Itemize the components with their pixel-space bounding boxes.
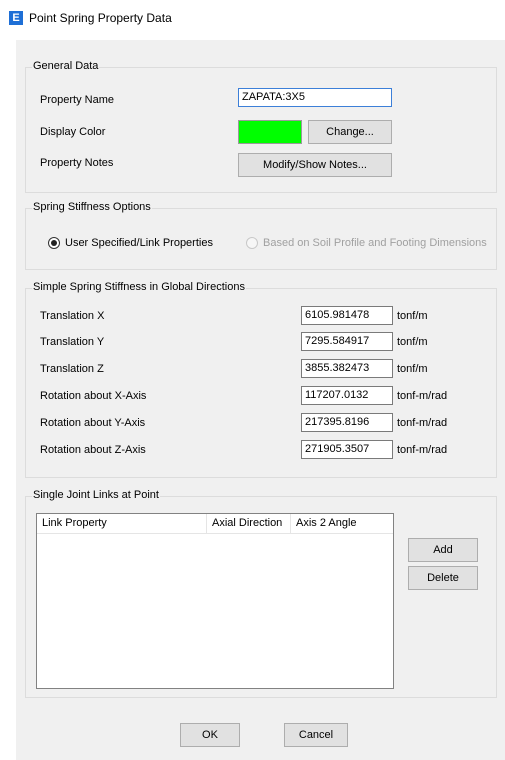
column-axis-2-angle[interactable]: Axis 2 Angle (291, 514, 395, 533)
translation-y-label: Translation Y (40, 336, 105, 348)
dialog-client-area: General Data Property Name ZAPATA:3X5 Di… (16, 40, 505, 760)
property-notes-label: Property Notes (40, 157, 114, 169)
translation-x-input[interactable]: 6105.981478 (301, 306, 393, 325)
general-data-title: General Data (32, 60, 100, 72)
rotation-z-label: Rotation about Z-Axis (40, 444, 146, 456)
add-link-button[interactable]: Add (408, 538, 478, 562)
rotation-x-unit: tonf-m/rad (397, 390, 448, 402)
translation-x-label: Translation X (40, 310, 105, 322)
links-list[interactable]: Link Property Axial Direction Axis 2 Ang… (36, 513, 394, 689)
change-color-button[interactable]: Change... (308, 120, 392, 144)
soil-profile-label: Based on Soil Profile and Footing Dimens… (263, 237, 487, 249)
window-title: Point Spring Property Data (29, 11, 172, 25)
translation-y-unit: tonf/m (397, 336, 428, 348)
translation-z-unit: tonf/m (397, 363, 428, 375)
property-name-input[interactable]: ZAPATA:3X5 (238, 88, 392, 107)
rotation-x-input[interactable]: 117207.0132 (301, 386, 393, 405)
etabs-app-icon: E (9, 11, 23, 25)
rotation-y-unit: tonf-m/rad (397, 417, 448, 429)
ok-button[interactable]: OK (180, 723, 240, 747)
user-specified-label[interactable]: User Specified/Link Properties (65, 237, 213, 249)
translation-x-unit: tonf/m (397, 310, 428, 322)
title-bar: E Point Spring Property Data (0, 0, 505, 34)
column-link-property[interactable]: Link Property (37, 514, 207, 533)
modify-show-notes-button[interactable]: Modify/Show Notes... (238, 153, 392, 177)
translation-y-input[interactable]: 7295.584917 (301, 332, 393, 351)
soil-profile-radio[interactable] (246, 237, 258, 249)
rotation-y-input[interactable]: 217395.8196 (301, 413, 393, 432)
translation-z-input[interactable]: 3855.382473 (301, 359, 393, 378)
delete-link-button[interactable]: Delete (408, 566, 478, 590)
user-specified-radio[interactable] (48, 237, 60, 249)
links-list-header: Link Property Axial Direction Axis 2 Ang… (37, 514, 393, 534)
property-name-label: Property Name (40, 94, 114, 106)
column-axial-direction[interactable]: Axial Direction (207, 514, 291, 533)
spring-stiffness-options-title: Spring Stiffness Options (32, 201, 152, 213)
rotation-z-input[interactable]: 271905.3507 (301, 440, 393, 459)
cancel-button[interactable]: Cancel (284, 723, 348, 747)
rotation-y-label: Rotation about Y-Axis (40, 417, 146, 429)
rotation-x-label: Rotation about X-Axis (40, 390, 147, 402)
single-joint-links-title: Single Joint Links at Point (32, 489, 160, 501)
rotation-z-unit: tonf-m/rad (397, 444, 448, 456)
spring-stiffness-title: Simple Spring Stiffness in Global Direct… (32, 281, 246, 293)
translation-z-label: Translation Z (40, 363, 104, 375)
display-color-swatch[interactable] (238, 120, 302, 144)
display-color-label: Display Color (40, 126, 106, 138)
radio-selected-dot (51, 240, 57, 246)
